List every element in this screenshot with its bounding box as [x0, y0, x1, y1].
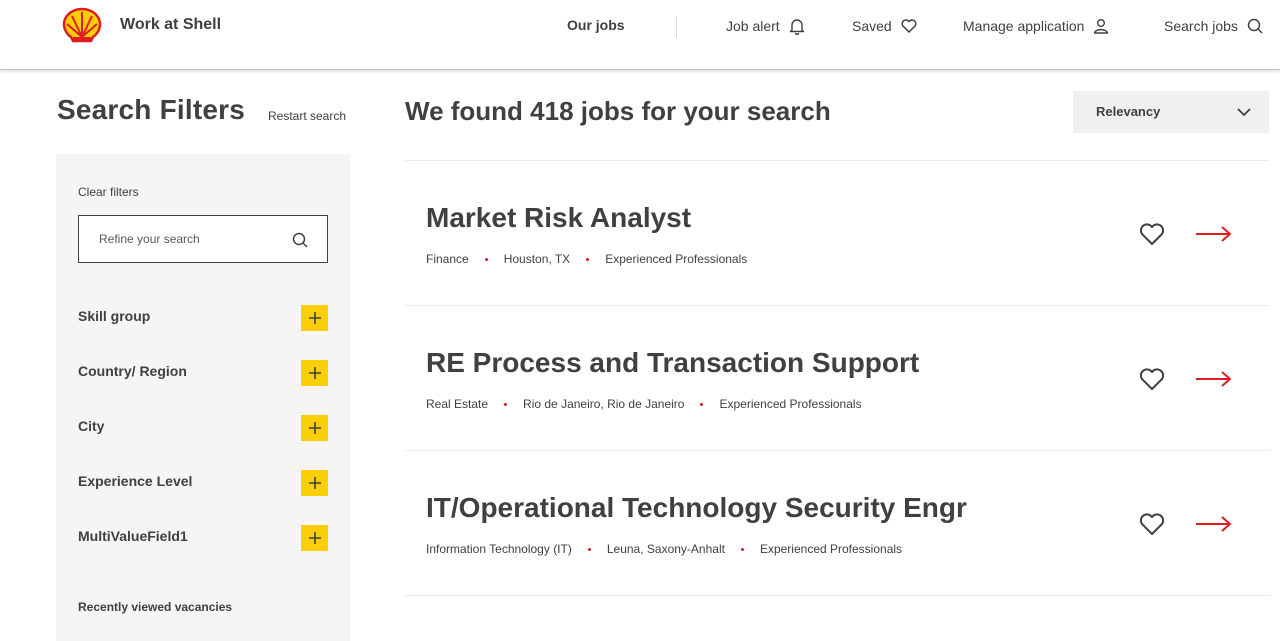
save-job-heart-icon[interactable]	[1138, 511, 1166, 537]
brand-name[interactable]: Work at Shell	[120, 16, 221, 34]
nav-our-jobs-label: Our jobs	[567, 17, 625, 33]
job-function: Information Technology (IT)	[426, 542, 572, 556]
nav-saved[interactable]: Saved	[852, 17, 918, 35]
restart-search-link[interactable]: Restart search	[268, 109, 346, 123]
job-card[interactable]: RE Process and Transaction Support Real …	[405, 306, 1269, 450]
save-job-heart-icon[interactable]	[1138, 366, 1166, 392]
job-title[interactable]: RE Process and Transaction Support	[426, 347, 919, 379]
search-icon	[1247, 18, 1263, 34]
arrow-right-icon[interactable]	[1195, 515, 1233, 533]
arrow-right-icon[interactable]	[1195, 370, 1233, 388]
meta-separator-dot	[586, 257, 590, 261]
clear-filters-link[interactable]: Clear filters	[78, 185, 139, 199]
job-level: Experienced Professionals	[605, 252, 748, 266]
nav-our-jobs[interactable]: Our jobs	[567, 17, 625, 33]
facet-country-region[interactable]: Country/ Region	[78, 360, 328, 386]
job-location: Houston, TX	[503, 252, 571, 266]
expand-plus-icon[interactable]	[301, 305, 328, 331]
job-function: Real Estate	[426, 397, 489, 411]
expand-plus-icon[interactable]	[301, 525, 328, 551]
nav-saved-label: Saved	[852, 18, 892, 34]
job-card[interactable]: IT/Operational Technology Security Engr …	[405, 451, 1269, 595]
job-function: Finance	[426, 252, 469, 266]
meta-separator-dot	[587, 547, 591, 551]
job-card[interactable]: Market Risk Analyst Finance Houston, TX …	[405, 161, 1269, 305]
job-title[interactable]: Market Risk Analyst	[426, 202, 691, 234]
nav-search-jobs-label: Search jobs	[1164, 18, 1238, 34]
heart-icon	[901, 19, 917, 33]
sort-dropdown[interactable]: Relevancy	[1073, 91, 1269, 133]
meta-separator-dot	[700, 402, 704, 406]
facet-city[interactable]: City	[78, 415, 328, 441]
meta-separator-dot	[504, 402, 508, 406]
facet-multivaluefield1[interactable]: MultiValueField1	[78, 525, 328, 551]
results-divider	[405, 595, 1269, 596]
nav-job-alert[interactable]: Job alert	[726, 17, 806, 35]
facet-label: Experience Level	[78, 473, 193, 489]
chevron-down-icon	[1237, 108, 1251, 117]
results-count-title: We found 418 jobs for your search	[405, 96, 831, 126]
search-filters-title: Search Filters	[57, 94, 245, 125]
job-meta: Information Technology (IT) Leuna, Saxon…	[426, 542, 902, 556]
bell-icon	[789, 19, 804, 35]
refine-search-input[interactable]	[99, 229, 279, 249]
facet-label: Skill group	[78, 308, 151, 324]
nav-job-alert-label: Job alert	[726, 18, 780, 34]
facet-experience-level[interactable]: Experience Level	[78, 470, 328, 496]
filter-panel: Clear filters Skill group Country/ Regio…	[56, 154, 350, 641]
search-icon[interactable]	[291, 231, 309, 249]
facet-skill-group[interactable]: Skill group	[78, 305, 328, 331]
facet-label: Country/ Region	[78, 363, 187, 379]
recently-viewed-heading: Recently viewed vacancies	[78, 600, 233, 614]
facet-label: MultiValueField1	[78, 528, 188, 544]
refine-search-box[interactable]	[78, 215, 328, 263]
nav-search-jobs[interactable]: Search jobs	[1164, 17, 1264, 35]
job-location: Rio de Janeiro, Rio de Janeiro	[523, 397, 685, 411]
job-location: Leuna, Saxony-Anhalt	[606, 542, 725, 556]
job-level: Experienced Professionals	[759, 542, 903, 556]
expand-plus-icon[interactable]	[301, 360, 328, 386]
site-header: Work at Shell Our jobs Job alert Saved M…	[0, 0, 1280, 70]
user-icon	[1094, 19, 1109, 34]
save-job-heart-icon[interactable]	[1138, 221, 1166, 247]
shell-logo-icon[interactable]	[61, 7, 103, 45]
meta-separator-dot	[740, 547, 744, 551]
nav-manage-application-label: Manage application	[963, 18, 1085, 34]
job-level: Experienced Professionals	[719, 397, 862, 411]
meta-separator-dot	[484, 257, 488, 261]
expand-plus-icon[interactable]	[301, 470, 328, 496]
nav-divider	[676, 16, 677, 38]
job-meta: Real Estate Rio de Janeiro, Rio de Janei…	[426, 397, 862, 411]
arrow-right-icon[interactable]	[1195, 225, 1233, 243]
nav-manage-application[interactable]: Manage application	[963, 17, 1110, 35]
sort-selected-value: Relevancy	[1096, 104, 1161, 119]
expand-plus-icon[interactable]	[301, 415, 328, 441]
job-meta: Finance Houston, TX Experienced Professi…	[426, 252, 747, 266]
job-title[interactable]: IT/Operational Technology Security Engr	[426, 492, 967, 524]
facet-label: City	[78, 418, 105, 434]
